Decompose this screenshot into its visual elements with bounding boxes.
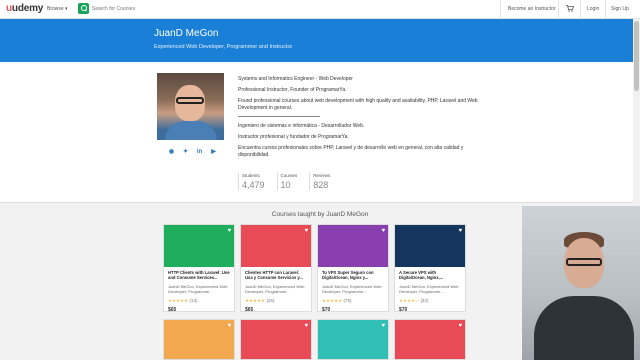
logo-text: udemy xyxy=(11,3,44,14)
rating-stars: ★★★★★ xyxy=(322,298,343,303)
cart-icon[interactable] xyxy=(566,5,574,12)
course-author: JuanD MeGon, Experienced Web Developer, … xyxy=(168,284,228,294)
course-thumbnail: ♥ xyxy=(318,225,388,267)
course-card-partial[interactable]: ♥ xyxy=(394,319,466,360)
bio-line: Instructor profesional y fundador de Pro… xyxy=(238,134,349,140)
course-card[interactable]: ♥ Clientes HTTP con Laravel: Usa y Consu… xyxy=(240,224,312,313)
rating-count: (32) xyxy=(420,298,429,303)
instructor-tagline: Experienced Web Developer, Programmer an… xyxy=(154,44,293,50)
webcam-overlay xyxy=(522,206,640,360)
course-author: JuanD MeGon, Experienced Web Developer, … xyxy=(322,284,382,294)
stat-label: Reviews xyxy=(313,173,331,178)
profile-banner: JuanD MeGon Experienced Web Developer, P… xyxy=(0,19,640,62)
rating-count: (75) xyxy=(343,298,352,303)
cam-glasses xyxy=(566,258,602,266)
bio-line: Ingeniero de sistemas e informática - De… xyxy=(238,123,365,129)
course-author: JuanD MeGon, Experienced Web Developer, … xyxy=(399,284,459,294)
nav-divider xyxy=(558,0,559,19)
bio-line: Found professional courses about web dev… xyxy=(238,98,478,111)
stat-value: 828 xyxy=(313,180,329,190)
twitter-icon[interactable]: ✦ xyxy=(182,149,189,156)
login-link[interactable]: Login xyxy=(587,6,599,12)
rating-count: (25) xyxy=(266,298,275,303)
course-card[interactable]: ♥ A Secure VPS with DigitalOcean, Nginx,… xyxy=(394,224,466,313)
course-title: Clientes HTTP con Laravel: Usa y Consume… xyxy=(245,270,303,280)
course-card[interactable]: ♥ Tu VPS Super Seguro con DigitalOcean, … xyxy=(317,224,389,313)
stat-label: Courses xyxy=(280,173,298,178)
course-card-partial[interactable]: ♥ xyxy=(317,319,389,360)
youtube-icon[interactable]: ▶ xyxy=(210,149,217,156)
instructor-bio: Systems and Informatics Engineer - Web D… xyxy=(238,76,478,163)
course-thumbnail: ♥ xyxy=(241,225,311,267)
bio-line: Encuentra cursos profesionales sobre PHP… xyxy=(238,145,464,158)
page-scrollbar[interactable] xyxy=(633,19,640,206)
top-navbar: uudemy Browse ▾ Become an Instructor Log… xyxy=(0,0,640,19)
wishlist-heart-icon[interactable]: ♥ xyxy=(304,323,308,329)
course-thumbnail: ♥ xyxy=(164,225,234,267)
course-thumbnail: ♥ xyxy=(395,225,465,267)
stat-students: Students 4,479 xyxy=(238,173,271,190)
course-title: A Secure VPS with DigitalOcean, Nginx,..… xyxy=(399,270,444,280)
stat-reviews: Reviews 828 xyxy=(309,173,336,190)
become-instructor-link[interactable]: Become an Instructor xyxy=(508,6,556,12)
photo-glasses xyxy=(176,97,204,104)
course-price: $65 xyxy=(168,307,177,313)
wishlist-heart-icon[interactable]: ♥ xyxy=(458,323,462,329)
signup-link[interactable]: Sign Up xyxy=(611,6,629,12)
wishlist-heart-icon[interactable]: ♥ xyxy=(227,228,231,234)
linkedin-icon[interactable]: in xyxy=(196,149,203,156)
stat-value: 4,479 xyxy=(242,180,265,190)
wishlist-heart-icon[interactable]: ♥ xyxy=(381,228,385,234)
scrollbar-thumb[interactable] xyxy=(634,21,639,91)
course-author: JuanD MeGon, Experienced Web Developer, … xyxy=(245,284,305,294)
bio-line: Systems and Informatics Engineer - Web D… xyxy=(238,76,353,82)
nav-divider xyxy=(605,0,606,19)
course-card-partial[interactable]: ♥ xyxy=(240,319,312,360)
udemy-logo[interactable]: uudemy xyxy=(6,3,43,14)
wishlist-heart-icon[interactable]: ♥ xyxy=(381,323,385,329)
social-links: ◉ ✦ in ▶ xyxy=(168,149,217,156)
profile-photo xyxy=(157,73,224,140)
course-title: Tu VPS Super Seguro con DigitalOcean, Ng… xyxy=(322,270,374,280)
course-price: $70 xyxy=(399,307,408,313)
instructor-name: JuanD MeGon xyxy=(154,28,219,39)
instructor-stats: Students 4,479 Courses 10 Reviews 828 xyxy=(238,173,342,190)
rating-count: (13) xyxy=(189,298,198,303)
globe-icon[interactable]: ◉ xyxy=(168,149,175,156)
rating-stars: ★★★★☆ xyxy=(399,298,420,303)
wishlist-heart-icon[interactable]: ♥ xyxy=(304,228,308,234)
cam-body xyxy=(534,296,634,360)
course-title: HTTP Clients with Laravel: Use and Consu… xyxy=(168,270,230,280)
stat-label: Students xyxy=(242,173,260,178)
search-input[interactable] xyxy=(89,3,249,14)
nav-divider xyxy=(580,0,581,19)
search-icon[interactable] xyxy=(78,3,89,14)
course-card[interactable]: ♥ HTTP Clients with Laravel: Use and Con… xyxy=(163,224,235,313)
wishlist-heart-icon[interactable]: ♥ xyxy=(458,228,462,234)
wishlist-heart-icon[interactable]: ♥ xyxy=(227,323,231,329)
course-card-partial[interactable]: ♥ xyxy=(163,319,235,360)
stat-value: 10 xyxy=(280,180,291,190)
bio-separator xyxy=(238,116,320,117)
course-price: $70 xyxy=(322,307,331,313)
photo-shirt xyxy=(165,121,217,140)
course-price: $65 xyxy=(245,307,254,313)
rating-stars: ★★★★★ xyxy=(245,298,266,303)
stat-courses: Courses 10 xyxy=(276,173,304,190)
nav-divider xyxy=(500,0,501,19)
rating-stars: ★★★★★ xyxy=(168,298,189,303)
bio-line: Professional Instructor, Founder of Prog… xyxy=(238,87,347,93)
browse-menu[interactable]: Browse ▾ xyxy=(47,6,68,12)
